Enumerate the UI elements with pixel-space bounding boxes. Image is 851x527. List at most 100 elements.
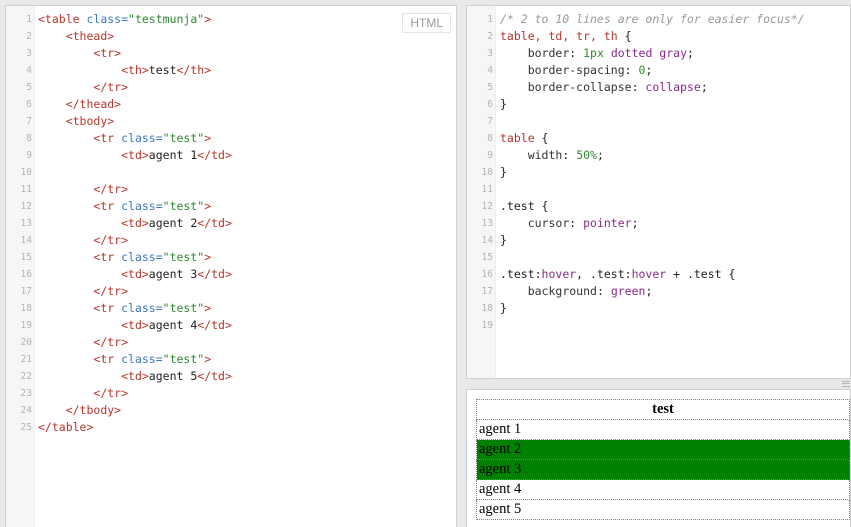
code-token: <tr: [93, 250, 122, 264]
css-code-line[interactable]: 18}: [467, 300, 850, 317]
code-token: </tr>: [93, 284, 129, 298]
css-code-line[interactable]: 17 background: green;: [467, 283, 850, 300]
html-code-line[interactable]: 25 </table>: [6, 419, 456, 436]
html-code-line[interactable]: 15 <tr class="test">: [6, 249, 456, 266]
html-code-line[interactable]: 21 <tr class="test">: [6, 351, 456, 368]
code-token: }: [500, 165, 507, 179]
html-line-text: <tbody>: [38, 113, 114, 130]
css-code-line[interactable]: 10}: [467, 164, 850, 181]
result-row[interactable]: agent 5: [476, 499, 850, 520]
vertical-splitter[interactable]: [458, 5, 465, 527]
html-code-line[interactable]: 16 <td>agent 3</td>: [6, 266, 456, 283]
html-line-number: 7: [26, 116, 32, 127]
css-code-line[interactable]: 16 .test:hover, .test:hover + .test {: [467, 266, 850, 283]
html-code-line[interactable]: 17 </tr>: [6, 283, 456, 300]
css-code-line[interactable]: 2 table, td, tr, th {: [467, 28, 850, 45]
html-code-line[interactable]: 9 <td>agent 1</td>: [6, 147, 456, 164]
css-line-text: }: [500, 164, 507, 181]
html-line-number: 21: [20, 354, 32, 365]
css-line-text: }: [500, 96, 507, 113]
css-code-line[interactable]: 12 .test {: [467, 198, 850, 215]
html-line-number: 1: [26, 14, 32, 25]
code-token: .test:: [500, 267, 542, 281]
html-code-line[interactable]: 14 </tr>: [6, 232, 456, 249]
css-code-line[interactable]: 11: [467, 181, 850, 198]
html-line-number: 19: [20, 320, 32, 331]
code-token: <table: [38, 12, 87, 26]
css-code-line[interactable]: 7: [467, 113, 850, 130]
code-token: <td>: [121, 369, 149, 383]
css-code-line[interactable]: 19: [467, 317, 850, 334]
code-token: ;: [596, 148, 604, 162]
html-line-text: </tr>: [38, 79, 128, 96]
code-token: </tr>: [93, 233, 129, 247]
html-code-area[interactable]: 1 <table class="testmunja"> 2 <thead> 3 <tr…: [6, 11, 456, 436]
css-code-line[interactable]: 4 border-spacing: 0;: [467, 62, 850, 79]
code-token: >: [204, 199, 212, 213]
html-code-line[interactable]: 10: [6, 164, 456, 181]
result-panel: test agent 1 agent 2 agent 3 agent 4 agent 5: [466, 389, 851, 527]
html-line-number: 15: [20, 252, 32, 263]
result-header-cell: test: [476, 399, 850, 420]
css-line-text: }: [500, 232, 507, 249]
css-line-text: }: [500, 300, 507, 317]
html-code-line[interactable]: 4 <th>test</th>: [6, 62, 456, 79]
code-token: class=: [121, 131, 163, 145]
result-row[interactable]: agent 2: [476, 439, 850, 460]
css-code-line[interactable]: 5 border-collapse: collapse;: [467, 79, 850, 96]
html-code-line[interactable]: 2 <thead>: [6, 28, 456, 45]
css-code-area[interactable]: 1 /* 2 to 10 lines are only for easier fo…: [467, 11, 850, 334]
css-code-line[interactable]: 9 width: 50%;: [467, 147, 850, 164]
css-code-line[interactable]: 8 table {: [467, 130, 850, 147]
html-code-line[interactable]: 1 <table class="testmunja">: [6, 11, 456, 28]
resize-grip-icon[interactable]: [842, 381, 850, 387]
css-code-line[interactable]: 13 cursor: pointer;: [467, 215, 850, 232]
result-row[interactable]: agent 4: [476, 479, 850, 500]
css-code-line[interactable]: 15: [467, 249, 850, 266]
html-line-text: <td>agent 5</td>: [38, 368, 232, 385]
css-line-number: 8: [487, 133, 493, 144]
html-code-line[interactable]: 19 <td>agent 4</td>: [6, 317, 456, 334]
css-editor-panel[interactable]: 1 /* 2 to 10 lines are only for easier fo…: [466, 5, 851, 379]
code-token: <tr: [93, 199, 122, 213]
code-token: >: [204, 131, 212, 145]
html-code-line[interactable]: 12 <tr class="test">: [6, 198, 456, 215]
html-code-line[interactable]: 3 <tr>: [6, 45, 456, 62]
css-line-text: cursor: pointer;: [500, 215, 639, 232]
css-code-line[interactable]: 14}: [467, 232, 850, 249]
code-token: + .test {: [666, 267, 736, 281]
html-line-text: </tr>: [38, 181, 128, 198]
code-token: agent 5: [148, 369, 198, 383]
html-code-line[interactable]: 24 </tbody>: [6, 402, 456, 419]
css-code-line[interactable]: 3 border: 1px dotted gray;: [467, 45, 850, 62]
horizontal-splitter[interactable]: [466, 380, 851, 388]
html-code-line[interactable]: 18 <tr class="test">: [6, 300, 456, 317]
code-token: </tr>: [93, 80, 129, 94]
html-code-line[interactable]: 11 </tr>: [6, 181, 456, 198]
html-code-line[interactable]: 5 </tr>: [6, 79, 456, 96]
html-code-line[interactable]: 6 </thead>: [6, 96, 456, 113]
result-row[interactable]: agent 1: [476, 419, 850, 440]
code-token: agent 4: [148, 318, 198, 332]
result-row[interactable]: agent 3: [476, 459, 850, 480]
code-token: </th>: [176, 63, 212, 77]
html-code-line[interactable]: 13 <td>agent 2</td>: [6, 215, 456, 232]
code-token: , .test:: [576, 267, 632, 281]
css-code-line[interactable]: 1 /* 2 to 10 lines are only for easier fo…: [467, 11, 850, 28]
html-line-number: 4: [26, 65, 32, 76]
code-token: </tr>: [93, 335, 129, 349]
html-code-line[interactable]: 8 <tr class="test">: [6, 130, 456, 147]
html-code-line[interactable]: 23 </tr>: [6, 385, 456, 402]
html-editor-panel[interactable]: 1 <table class="testmunja"> 2 <thead> 3 <tr…: [5, 5, 457, 527]
html-code-line[interactable]: 20 </tr>: [6, 334, 456, 351]
css-code-line[interactable]: 6}: [467, 96, 850, 113]
html-code-line[interactable]: 22 <td>agent 5</td>: [6, 368, 456, 385]
html-code-line[interactable]: 7 <tbody>: [6, 113, 456, 130]
